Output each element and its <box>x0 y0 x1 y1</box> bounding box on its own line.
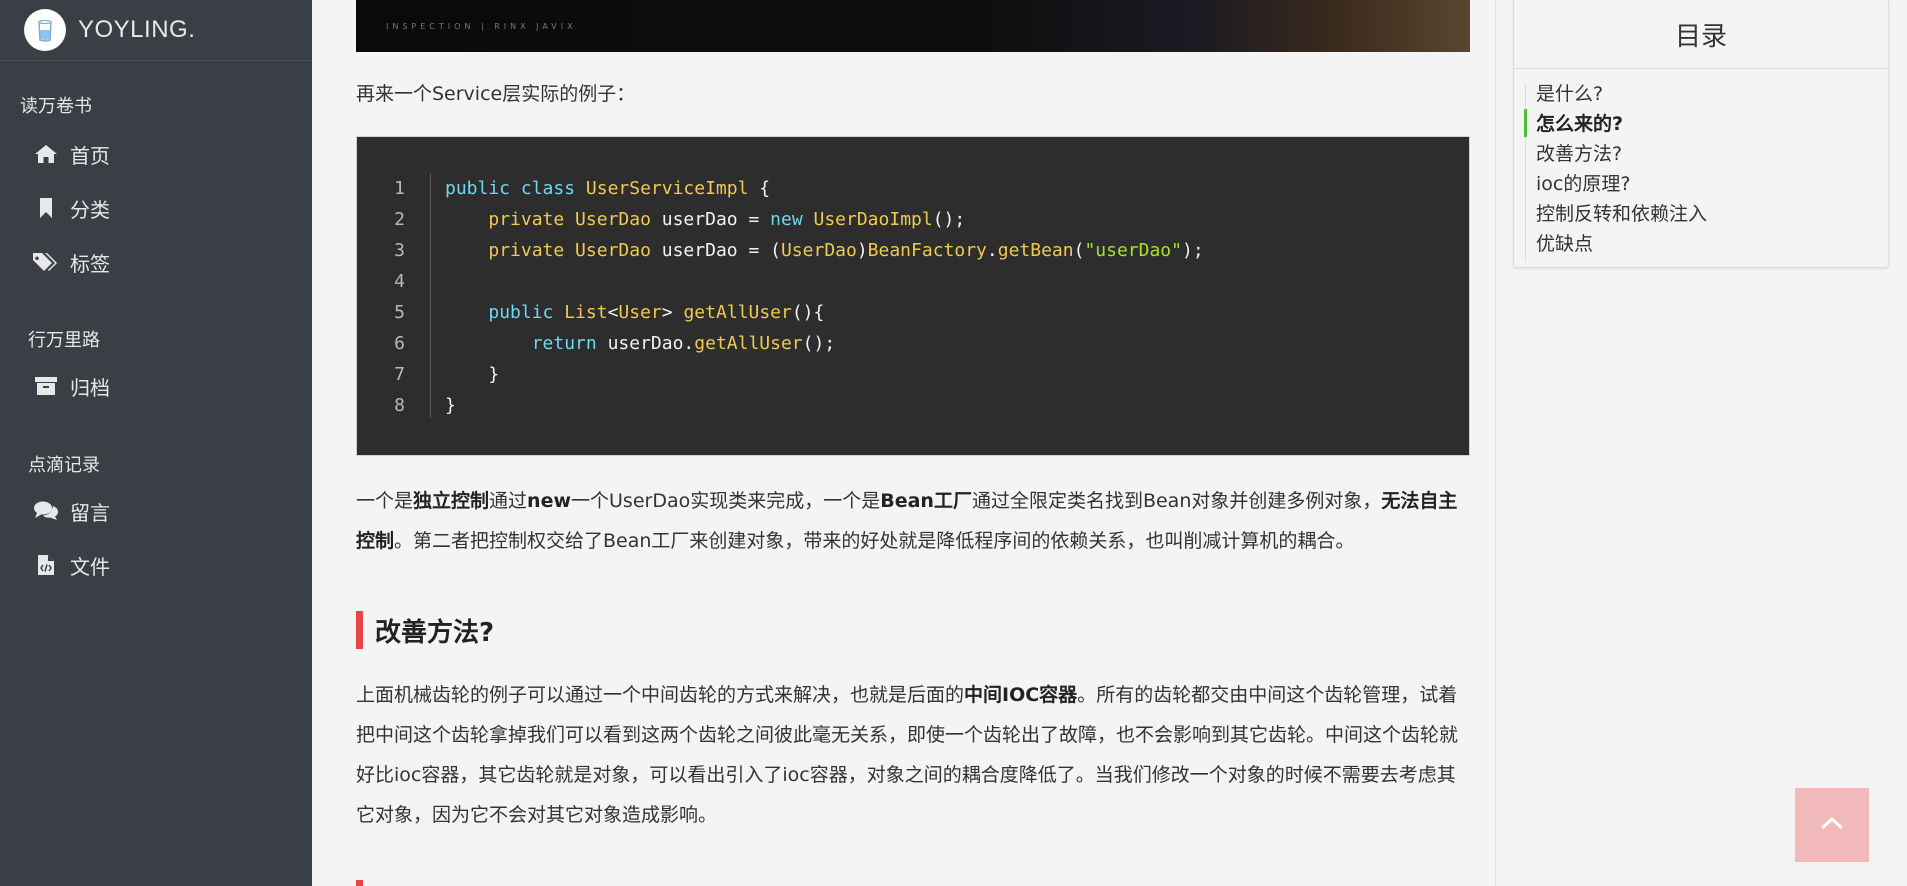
column-divider <box>1495 0 1496 886</box>
nav-group-title: 点滴记录 <box>28 455 100 476</box>
bookmark-icon <box>32 196 60 220</box>
code-line: } <box>445 364 500 385</box>
code-block[interactable]: 1 2 3 4 5 6 7 8 public class UserService… <box>356 136 1470 456</box>
paragraph-improvement: 上面机械齿轮的例子可以通过一个中间齿轮的方式来解决，也就是后面的中间IOC容器。… <box>356 684 1459 826</box>
toc-item[interactable]: ioc的原理? <box>1536 169 1630 199</box>
nav-item-archive[interactable]: 归档 <box>32 366 110 406</box>
toc-item[interactable]: 是什么? <box>1536 79 1603 109</box>
home-icon <box>32 142 60 166</box>
article-content: INSPECTION | RINX JAVIX 再来一个Service层实际的例… <box>312 0 1495 886</box>
nav-group-title: 行万里路 <box>28 330 100 351</box>
line-number: 1 <box>394 178 405 199</box>
code-gutter-divider <box>430 173 431 418</box>
nav-group-title: 读万卷书 <box>20 96 92 117</box>
line-number: 4 <box>394 271 405 292</box>
toc-item[interactable]: 控制反转和依赖注入 <box>1536 199 1707 229</box>
section-heading: 改善方法? <box>356 610 494 650</box>
heading-accent-bar <box>356 611 363 649</box>
line-number: 7 <box>394 364 405 385</box>
line-number: 3 <box>394 240 405 261</box>
paragraph-intro: 再来一个Service层实际的例子： <box>356 83 636 105</box>
sidebar: YOYLING. 读万卷书 首页 分类 标签 行万里路 归档 点滴记录 留言 文… <box>0 0 312 886</box>
toc-item-active[interactable]: 怎么来的? <box>1536 109 1623 139</box>
comments-icon <box>32 499 60 523</box>
nav-item-category[interactable]: 分类 <box>32 188 110 228</box>
image-caption: INSPECTION | RINX JAVIX <box>386 22 577 31</box>
nav-item-messages[interactable]: 留言 <box>32 491 110 531</box>
toc-title: 目录 <box>1514 0 1888 69</box>
nav-item-tags[interactable]: 标签 <box>32 242 110 282</box>
toc-item[interactable]: 改善方法? <box>1536 139 1622 169</box>
paragraph-comparison: 一个是独立控制通过new一个UserDao实现类来完成，一个是Bean工厂通过全… <box>356 490 1458 552</box>
code-line: public class UserServiceImpl { <box>445 178 771 199</box>
tags-icon <box>32 250 60 274</box>
next-heading-accent-bar <box>356 880 363 886</box>
brand-name: YOYLING. <box>78 16 196 43</box>
nav-item-files[interactable]: 文件 <box>32 545 110 585</box>
brand[interactable]: YOYLING. <box>0 0 312 61</box>
code-line: return userDao.getAllUser(); <box>531 333 836 354</box>
chevron-up-icon <box>1819 815 1845 835</box>
line-number: 5 <box>394 302 405 323</box>
code-line: public List<User> getAllUser(){ <box>488 302 825 323</box>
code-line: } <box>445 395 456 416</box>
line-number: 6 <box>394 333 405 354</box>
nav-item-label: 首页 <box>70 143 110 168</box>
nav-item-label: 留言 <box>70 500 110 525</box>
article-image: INSPECTION | RINX JAVIX <box>356 0 1470 52</box>
back-to-top-button[interactable] <box>1795 788 1869 862</box>
logo-icon <box>24 9 66 51</box>
nav-item-label: 分类 <box>70 197 110 222</box>
line-number: 8 <box>394 395 405 416</box>
code-line: private UserDao userDao = new UserDaoImp… <box>488 209 966 230</box>
archive-icon <box>32 374 60 398</box>
nav-item-label: 标签 <box>70 251 110 276</box>
nav-item-label: 文件 <box>70 554 110 579</box>
section-heading-text: 改善方法? <box>375 617 495 648</box>
code-line: private UserDao userDao = (UserDao)BeanF… <box>488 240 1204 261</box>
toc-active-indicator <box>1524 109 1527 137</box>
toc-item[interactable]: 优缺点 <box>1536 229 1593 259</box>
line-number: 2 <box>394 209 405 230</box>
table-of-contents: 目录 是什么? 怎么来的? 改善方法? ioc的原理? 控制反转和依赖注入 优缺… <box>1513 0 1889 268</box>
nav-item-label: 归档 <box>70 375 110 400</box>
file-code-icon <box>32 553 60 577</box>
nav-item-home[interactable]: 首页 <box>32 134 110 174</box>
